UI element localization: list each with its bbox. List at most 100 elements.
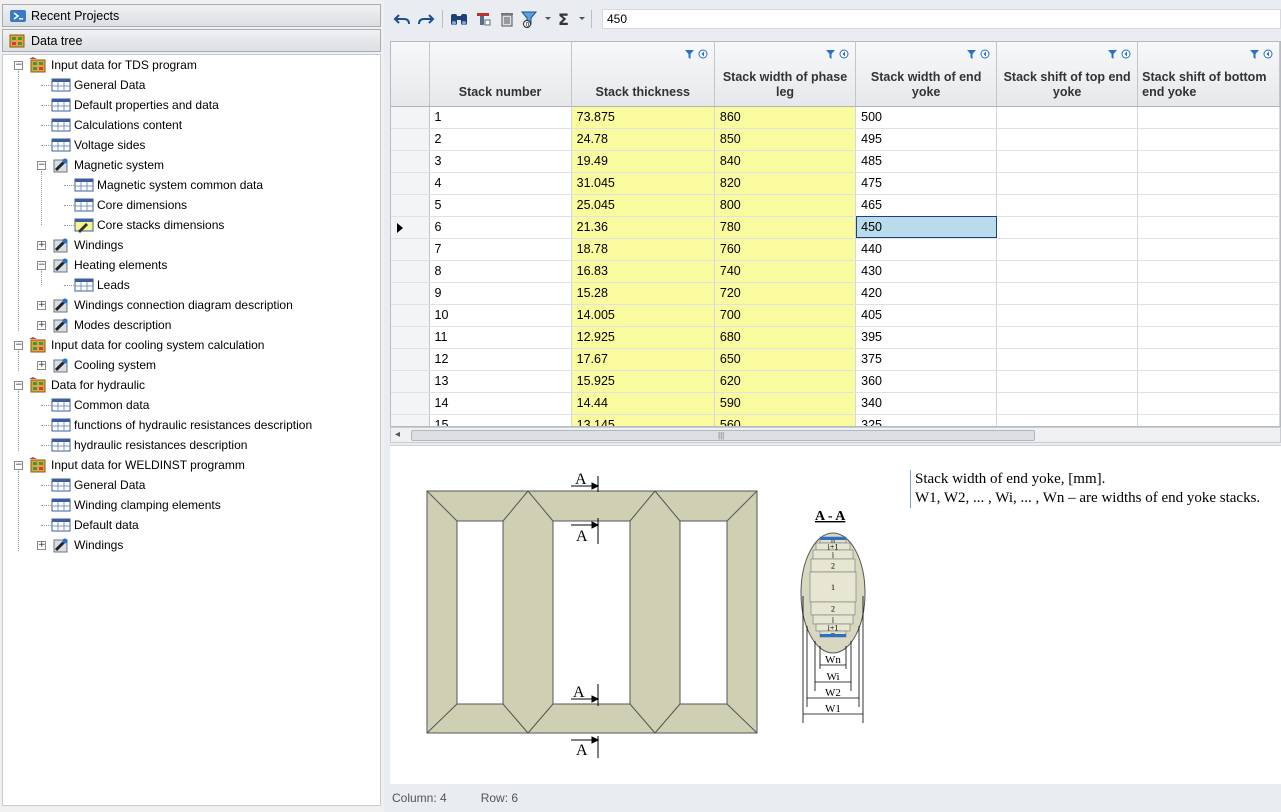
table-cell[interactable]	[996, 326, 1139, 349]
tree-node[interactable]: Input data for WELDINST programm	[28, 455, 245, 475]
table-cell[interactable]	[996, 128, 1139, 151]
column-header[interactable]: Stack width of phase leg	[714, 42, 857, 107]
table-cell[interactable]: 430	[855, 260, 998, 283]
table-cell[interactable]	[996, 150, 1139, 173]
tree-node[interactable]: Voltage sides	[51, 135, 145, 155]
row-indicator[interactable]	[391, 282, 430, 305]
collapse-icon[interactable]: −	[14, 61, 23, 70]
table-cell[interactable]: 16.83	[571, 260, 715, 283]
table-cell[interactable]	[996, 370, 1139, 393]
table-cell[interactable]	[1137, 106, 1280, 129]
tree-node[interactable]: Heating elements	[51, 255, 167, 275]
table-cell[interactable]: 680	[714, 326, 857, 349]
filter-dropdown-icon[interactable]	[543, 8, 553, 30]
table-cell[interactable]: 15.28	[571, 282, 715, 305]
table-cell[interactable]: 700	[714, 304, 857, 327]
table-row[interactable]: 2 24.78 850 495	[391, 128, 1280, 151]
table-cell[interactable]: 4	[429, 172, 572, 195]
table-cell[interactable]	[1137, 216, 1280, 239]
table-cell[interactable]	[996, 282, 1139, 305]
table-cell[interactable]	[996, 216, 1139, 239]
column-header[interactable]: Stack shift of bottom end yoke	[1137, 42, 1280, 107]
tree-node[interactable]: General Data	[51, 75, 145, 95]
filter-icon[interactable]	[826, 48, 836, 63]
table-cell[interactable]: 405	[855, 304, 998, 327]
table-row[interactable]: 6 21.36 780 450	[391, 216, 1280, 239]
table-cell[interactable]: 15.925	[571, 370, 715, 393]
table-cell[interactable]: 2	[429, 128, 572, 151]
expand-icon[interactable]: +	[37, 541, 46, 550]
tree-node[interactable]: Common data	[51, 395, 149, 415]
table-cell[interactable]	[996, 106, 1139, 129]
row-indicator[interactable]	[391, 150, 430, 173]
column-options-icon[interactable]	[1263, 48, 1273, 63]
table-cell[interactable]: 21.36	[571, 216, 715, 239]
table-cell[interactable]	[1137, 370, 1280, 393]
filter-icon[interactable]	[1250, 48, 1259, 63]
row-indicator[interactable]	[391, 370, 430, 393]
table-cell[interactable]: 13.145	[571, 414, 715, 426]
table-cell[interactable]	[1137, 414, 1280, 426]
table-cell[interactable]: 11	[429, 326, 572, 349]
column-header[interactable]: Stack number	[429, 42, 572, 107]
table-cell[interactable]: 8	[429, 260, 572, 283]
table-cell[interactable]: 860	[714, 106, 857, 129]
tree-node[interactable]: Windings	[51, 235, 123, 255]
table-cell[interactable]: 485	[855, 150, 998, 173]
filter-icon[interactable]	[967, 48, 977, 63]
table-cell[interactable]: 5	[429, 194, 572, 217]
table-cell[interactable]	[996, 172, 1139, 195]
table-cell[interactable]	[996, 348, 1139, 371]
tree-node[interactable]: Cooling system	[51, 355, 156, 375]
row-indicator[interactable]	[391, 216, 430, 239]
table-cell[interactable]: 12.925	[571, 326, 715, 349]
table-cell[interactable]	[1137, 172, 1280, 195]
tree-node[interactable]: Default properties and data	[51, 95, 219, 115]
table-cell[interactable]: 15	[429, 414, 572, 426]
table-cell[interactable]: 25.045	[571, 194, 715, 217]
column-header[interactable]: Stack shift of top end yoke	[996, 42, 1139, 107]
tree-node[interactable]: Data for hydraulic	[28, 375, 145, 395]
table-cell[interactable]	[1137, 260, 1280, 283]
horizontal-scrollbar[interactable]: ◂ |||	[390, 427, 1281, 443]
table-cell[interactable]: 840	[714, 150, 857, 173]
table-row[interactable]: 1 73.875 860 500	[391, 106, 1280, 129]
table-cell[interactable]: 450	[855, 216, 998, 239]
table-cell[interactable]	[996, 260, 1139, 283]
column-options-icon[interactable]	[1121, 48, 1131, 63]
table-cell[interactable]: 395	[855, 326, 998, 349]
column-options-icon[interactable]	[698, 48, 708, 63]
table-cell[interactable]: 495	[855, 128, 998, 151]
expand-icon[interactable]: +	[37, 321, 46, 330]
collapse-icon[interactable]: −	[14, 341, 23, 350]
expand-icon[interactable]: +	[37, 301, 46, 310]
scrollbar-thumb[interactable]: |||	[411, 430, 1035, 441]
table-row[interactable]: 4 31.045 820 475	[391, 172, 1280, 195]
expand-icon[interactable]: +	[37, 241, 46, 250]
tree-node[interactable]: Windings connection diagram description	[51, 295, 293, 315]
tree-node[interactable]: Leads	[74, 275, 130, 295]
table-cell[interactable]: 375	[855, 348, 998, 371]
tree-node[interactable]: Winding clamping elements	[51, 495, 221, 515]
tree-node[interactable]: Calculations content	[51, 115, 182, 135]
table-cell[interactable]: 360	[855, 370, 998, 393]
collapse-icon[interactable]: −	[37, 261, 46, 270]
table-cell[interactable]: 17.67	[571, 348, 715, 371]
table-cell[interactable]: 13	[429, 370, 572, 393]
table-cell[interactable]	[1137, 150, 1280, 173]
table-cell[interactable]: 3	[429, 150, 572, 173]
collapse-icon[interactable]: −	[14, 381, 23, 390]
tree-node[interactable]: Windings	[51, 535, 123, 555]
table-cell[interactable]: 1	[429, 106, 572, 129]
table-cell[interactable]: 24.78	[571, 128, 715, 151]
table-cell[interactable]: 19.49	[571, 150, 715, 173]
table-cell[interactable]: 650	[714, 348, 857, 371]
redo-icon[interactable]	[414, 8, 438, 30]
table-cell[interactable]: 560	[714, 414, 857, 426]
tree-node[interactable]: Default data	[51, 515, 139, 535]
table-row[interactable]: 15 13.145 560 325	[391, 414, 1280, 426]
table-row[interactable]: 3 19.49 840 485	[391, 150, 1280, 173]
filter-icon[interactable]	[684, 48, 694, 63]
table-cell[interactable]: 14.44	[571, 392, 715, 415]
formula-bar-input[interactable]: 450	[602, 9, 1281, 29]
